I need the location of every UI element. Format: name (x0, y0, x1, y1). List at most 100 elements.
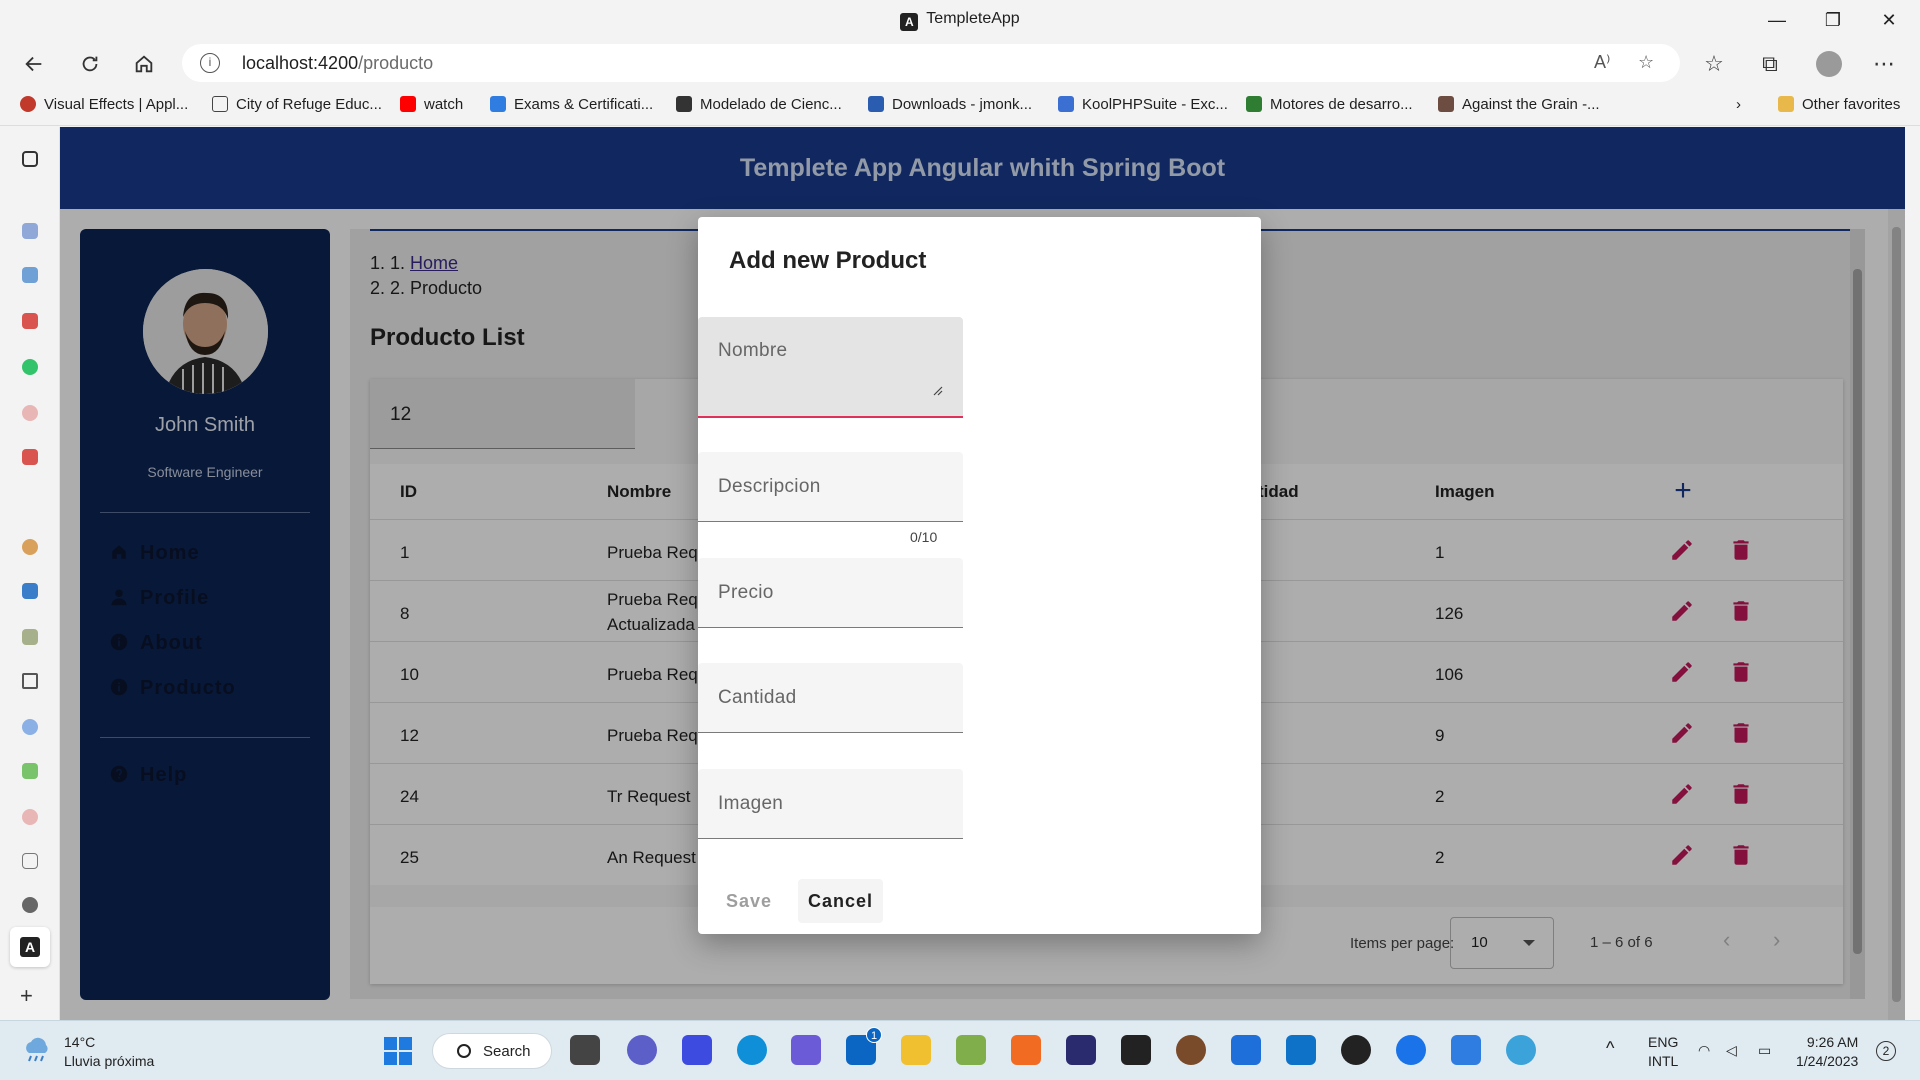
app-icon[interactable] (682, 1035, 712, 1065)
precio-field[interactable]: Precio (698, 558, 963, 628)
whatsapp-icon[interactable] (22, 359, 38, 375)
terminal-icon[interactable] (1121, 1035, 1151, 1065)
edge-sidebar: A + (0, 127, 60, 1020)
descripcion-field[interactable]: Descripcion (698, 452, 963, 522)
clock-time: 9:26 AM (1806, 1034, 1859, 1050)
chevron-up-icon[interactable]: ^ (1606, 1039, 1614, 1058)
wifi-icon[interactable]: ◠ (1698, 1041, 1710, 1060)
save-button[interactable]: Save (716, 879, 782, 923)
back-button[interactable] (16, 46, 52, 82)
home-outline-icon (135, 55, 153, 73)
tab-actions-icon[interactable] (22, 151, 38, 167)
sidebar-tab-icon[interactable] (22, 629, 38, 645)
windows-logo-icon (399, 1037, 412, 1050)
profile-avatar-icon[interactable] (1816, 51, 1842, 77)
page-icon (212, 96, 228, 112)
angular-icon: A (20, 937, 40, 957)
url-path: /producto (358, 53, 434, 73)
xampp-icon[interactable] (1011, 1035, 1041, 1065)
maps-icon[interactable] (1396, 1035, 1426, 1065)
app-icon[interactable] (1506, 1035, 1536, 1065)
favorite-modelado[interactable]: Modelado de Cienc... (676, 96, 842, 113)
home-browser-button[interactable] (126, 46, 162, 82)
window-titlebar: A TempleteApp — ❐ ✕ (0, 0, 1920, 40)
language-indicator[interactable]: ENG INTL (1648, 1033, 1678, 1071)
add-favorite-icon[interactable]: ☆ (1638, 52, 1654, 73)
cantidad-field[interactable]: Cantidad (698, 663, 963, 733)
back-arrow-icon (25, 56, 42, 72)
add-product-dialog: Add new Product Nombre Descripcion 0/10 … (698, 217, 1261, 934)
media-player-icon[interactable] (1341, 1035, 1371, 1065)
taskbar-search[interactable]: Search (432, 1033, 552, 1069)
nombre-field[interactable]: Nombre (698, 317, 963, 418)
windows-taskbar: 14°C Lluvia próxima Search 1 ^ ENG INTL ◠ … (0, 1020, 1920, 1080)
maximize-button[interactable]: ❐ (1809, 6, 1857, 34)
mail-icon[interactable]: 1 (846, 1027, 882, 1065)
favorite-other-favorites[interactable]: Other favorites (1778, 96, 1900, 113)
nombre-label: Nombre (718, 340, 788, 361)
sidebar-tab-icon[interactable] (22, 313, 38, 329)
linkedin-icon[interactable] (22, 583, 38, 599)
vscode-icon[interactable] (1286, 1035, 1316, 1065)
microsoft-icon[interactable] (22, 763, 38, 779)
windows-logo-icon (384, 1052, 397, 1065)
site-info-icon[interactable]: i (200, 53, 220, 73)
app-icon[interactable] (1176, 1035, 1206, 1065)
file-explorer-icon[interactable] (901, 1035, 931, 1065)
url-host: localhost:4200 (242, 53, 359, 73)
imagen-field[interactable]: Imagen (698, 769, 963, 839)
favorite-exams[interactable]: Exams & Certificati... (490, 96, 653, 113)
app-icon[interactable] (956, 1035, 986, 1065)
notepad-icon[interactable] (1231, 1035, 1261, 1065)
keyboard-layout: INTL (1648, 1053, 1679, 1069)
favorite-city-of-refuge[interactable]: City of Refuge Educ... (212, 96, 382, 113)
descripcion-label: Descripcion (718, 476, 821, 497)
add-tab-icon[interactable]: + (20, 985, 36, 1007)
sidebar-tab-icon[interactable] (22, 449, 38, 465)
address-bar[interactable]: i localhost:4200/producto A⁾ ☆ (182, 44, 1680, 82)
close-window-button[interactable]: ✕ (1865, 6, 1913, 34)
read-aloud-icon[interactable]: A⁾ (1594, 52, 1610, 73)
window-title: A TempleteApp (0, 10, 1920, 31)
sidebar-tab-icon[interactable] (22, 539, 38, 555)
google-icon[interactable] (22, 809, 38, 825)
favorite-visual-effects[interactable]: Visual Effects | Appl... (20, 96, 188, 113)
sidebar-tab-icon[interactable] (22, 223, 38, 239)
copilot-icon[interactable] (791, 1035, 821, 1065)
cancel-button[interactable]: Cancel (798, 879, 884, 923)
google-icon[interactable] (22, 405, 38, 421)
youtube-icon (400, 96, 416, 112)
favorite-watch[interactable]: watch (400, 96, 463, 113)
teams-chat-icon[interactable] (627, 1035, 657, 1065)
angular-active-tab[interactable]: A (10, 927, 50, 967)
favorite-against-the-grain[interactable]: Against the Grain -... (1438, 96, 1600, 113)
favorite-downloads[interactable]: Downloads - jmonk... (868, 96, 1032, 113)
sidebar-tab-icon[interactable] (22, 267, 38, 283)
facebook-icon[interactable] (22, 719, 38, 735)
refresh-button[interactable] (72, 46, 108, 82)
url-text[interactable]: localhost:4200/producto (242, 53, 433, 74)
volume-icon[interactable]: ◁ (1726, 1041, 1737, 1060)
clock[interactable]: 9:26 AM 1/24/2023 (1796, 1033, 1858, 1071)
intellij-icon[interactable] (1066, 1035, 1096, 1065)
calendar-icon[interactable] (1451, 1035, 1481, 1065)
more-menu-icon[interactable]: ⋯ (1866, 46, 1902, 82)
favorites-overflow-chevron-icon[interactable]: › (1736, 96, 1741, 113)
edge-icon[interactable] (737, 1035, 767, 1065)
github-icon[interactable] (22, 897, 38, 913)
speaker-icon[interactable] (22, 673, 38, 689)
document-icon[interactable] (22, 853, 38, 869)
collections-icon[interactable]: ⧉ (1752, 46, 1788, 82)
notification-count-badge[interactable]: 2 (1876, 1041, 1896, 1061)
minimize-button[interactable]: — (1753, 6, 1801, 34)
descripcion-char-counter: 0/10 (910, 529, 938, 545)
favorite-koolphpsuite[interactable]: KoolPHPSuite - Exc... (1058, 96, 1228, 113)
favorite-motores[interactable]: Motores de desarro... (1246, 96, 1413, 113)
battery-icon[interactable]: ▭ (1758, 1041, 1771, 1060)
cantidad-label: Cantidad (718, 687, 797, 708)
start-button[interactable] (384, 1037, 412, 1065)
task-view-icon[interactable] (570, 1035, 600, 1065)
window-title-text: TempleteApp (926, 10, 1020, 27)
favorites-icon[interactable]: ☆ (1696, 46, 1732, 82)
resize-handle-icon[interactable] (933, 386, 943, 396)
